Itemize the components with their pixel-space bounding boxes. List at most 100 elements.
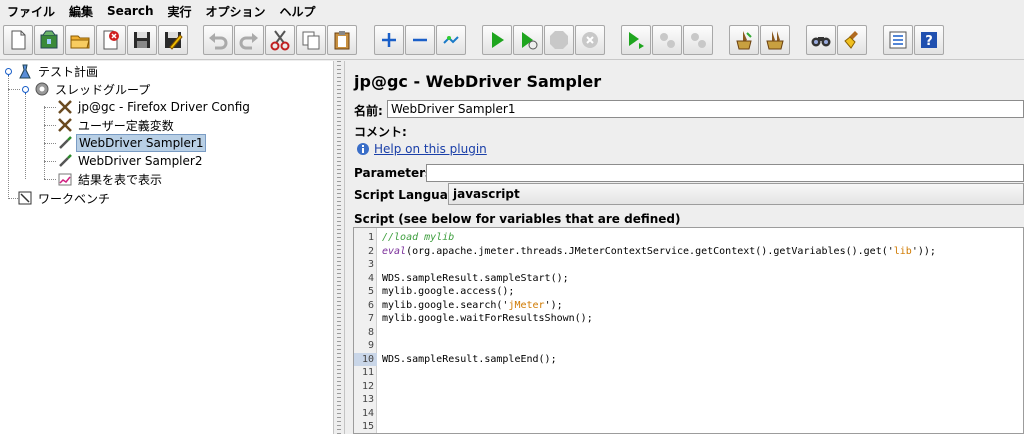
templates-button[interactable]: [34, 25, 64, 55]
paste-button[interactable]: [327, 25, 357, 55]
menu-file[interactable]: ファイル: [0, 3, 62, 20]
config-tools-icon: [56, 98, 74, 116]
close-icon: [103, 30, 119, 50]
save-as-icon: [165, 32, 183, 50]
expand-icon: [382, 33, 396, 47]
undo-button[interactable]: [203, 25, 233, 55]
search-icon: [811, 37, 831, 47]
expand-button[interactable]: [374, 25, 404, 55]
toggle-icon: [443, 36, 459, 44]
sampler-pipette-icon: [56, 152, 74, 170]
clear-button[interactable]: [729, 25, 759, 55]
tree-node-workbench[interactable]: ワークベンチ: [16, 189, 112, 207]
code-line: eval(org.apache.jmeter.threads.JMeterCon…: [382, 245, 936, 257]
stop-button[interactable]: [544, 25, 574, 55]
new-icon: [11, 30, 26, 50]
name-label: 名前:: [354, 104, 383, 118]
line-number: 10: [354, 352, 377, 366]
open-icon: [70, 35, 90, 49]
search-button[interactable]: [806, 25, 836, 55]
tree-node-test-plan[interactable]: テスト計画: [16, 62, 100, 80]
tree-line: [25, 93, 26, 179]
sampler-panel: jp@gc - WebDriver Sampler 名前: WebDriver …: [345, 61, 1024, 434]
remote-stop-button[interactable]: [652, 25, 682, 55]
stop-icon: [550, 31, 568, 49]
line-number: 12: [361, 380, 374, 392]
tree-node-thread-group[interactable]: スレッドグループ: [33, 80, 152, 98]
close-button[interactable]: [96, 25, 126, 55]
code-line: WDS.sampleResult.sampleEnd();: [382, 353, 557, 365]
config-tools-icon: [56, 116, 74, 134]
parameters-label: Parameters:: [354, 166, 437, 180]
tree-node-sampler1[interactable]: WebDriver Sampler1: [56, 134, 207, 152]
parameters-input[interactable]: [426, 164, 1024, 182]
help-icon: ?: [921, 32, 937, 49]
redo-button[interactable]: [234, 25, 264, 55]
remote-shutdown-icon: [691, 33, 706, 48]
new-button[interactable]: [3, 25, 33, 55]
line-number: 2: [367, 245, 374, 257]
tree-node-user-vars[interactable]: ユーザー定義変数: [56, 116, 176, 134]
line-number: 6: [367, 299, 374, 311]
menu-bar: ファイル 編集 Search 実行 オプション ヘルプ: [0, 0, 1024, 22]
expander-icon[interactable]: [4, 67, 13, 76]
function-helper-button[interactable]: [883, 25, 913, 55]
line-number: 1: [367, 232, 374, 243]
tree-node-results[interactable]: 結果を表で表示: [56, 170, 164, 188]
code-line: mylib.google.access();: [382, 286, 515, 297]
remote-start-icon: [629, 32, 644, 49]
panel-title: jp@gc - WebDriver Sampler: [354, 72, 602, 91]
open-button[interactable]: [65, 25, 95, 55]
save-button[interactable]: [127, 25, 157, 55]
line-number: 5: [367, 286, 374, 297]
copy-button[interactable]: [296, 25, 326, 55]
reset-search-button[interactable]: [837, 25, 867, 55]
code-line: mylib.google.waitForResultsShown();: [382, 313, 593, 324]
start-button[interactable]: [482, 25, 512, 55]
start-icon: [492, 32, 504, 48]
remote-start-button[interactable]: [621, 25, 651, 55]
help-button[interactable]: ?: [914, 25, 944, 55]
save-as-button[interactable]: [158, 25, 188, 55]
remote-stop-icon: [660, 33, 675, 48]
undo-icon: [209, 33, 228, 50]
line-number: 11: [361, 367, 374, 378]
paste-icon: [334, 31, 350, 50]
menu-run[interactable]: 実行: [160, 3, 198, 20]
name-input[interactable]: WebDriver Sampler1: [387, 100, 1024, 118]
line-number: 3: [367, 259, 374, 270]
comment-label: コメント:: [354, 125, 407, 139]
expander-icon[interactable]: [21, 85, 30, 94]
workbench-icon: [16, 189, 34, 207]
tree-node-driver-config[interactable]: jp@gc - Firefox Driver Config: [56, 98, 252, 116]
redo-icon: [239, 33, 258, 50]
tree-line: [44, 107, 56, 108]
gear-icon: [33, 80, 51, 98]
code-line: //load mylib: [382, 232, 455, 243]
help-link[interactable]: Help on this plugin: [374, 142, 487, 156]
shutdown-button[interactable]: [575, 25, 605, 55]
menu-search[interactable]: Search: [100, 4, 160, 18]
collapse-button[interactable]: [405, 25, 435, 55]
toggle-button[interactable]: [436, 25, 466, 55]
shutdown-icon: [582, 32, 598, 48]
comment-input[interactable]: [411, 121, 1024, 139]
tree-node-sampler2[interactable]: WebDriver Sampler2: [56, 152, 204, 170]
clear-icon: [736, 31, 752, 50]
copy-icon: [302, 31, 320, 50]
remote-shutdown-button[interactable]: [683, 25, 713, 55]
line-number: 8: [367, 326, 374, 338]
sampler-pipette-icon: [56, 134, 74, 152]
cut-button[interactable]: [265, 25, 295, 55]
split-divider[interactable]: [333, 61, 345, 434]
save-icon: [134, 32, 150, 48]
menu-options[interactable]: オプション: [199, 3, 273, 20]
script-language-select[interactable]: javascript: [448, 183, 1024, 205]
start-no-timers-button[interactable]: [513, 25, 543, 55]
help-row: Help on this plugin: [356, 142, 487, 156]
script-editor[interactable]: 1 //load mylib 2 eval(org.apache.jmeter.thr…: [353, 227, 1024, 434]
menu-help[interactable]: ヘルプ: [273, 3, 323, 20]
clear-all-button[interactable]: [760, 25, 790, 55]
tree-line: [44, 143, 56, 144]
menu-edit[interactable]: 編集: [62, 3, 100, 20]
